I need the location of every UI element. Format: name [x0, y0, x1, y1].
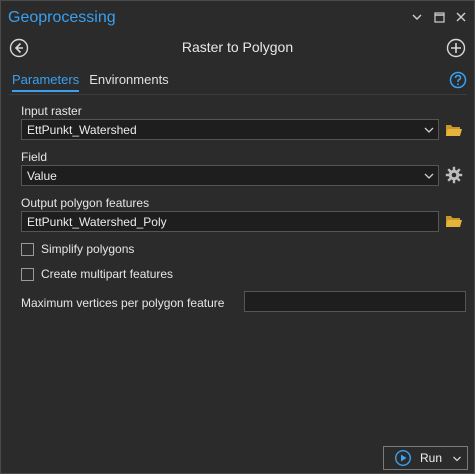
- chevron-down-icon[interactable]: [423, 170, 435, 182]
- geoprocessing-pane: Geoprocessing Raster to Polygon Paramete…: [0, 0, 475, 474]
- folder-icon[interactable]: [445, 122, 463, 138]
- chevron-down-icon[interactable]: [452, 453, 462, 463]
- add-icon[interactable]: [446, 38, 466, 58]
- run-label: Run: [420, 451, 443, 465]
- run-play-icon: [394, 449, 412, 467]
- simplify-polygons-checkbox[interactable]: [21, 242, 34, 256]
- folder-icon[interactable]: [445, 213, 463, 229]
- tab-parameters[interactable]: Parameters: [12, 72, 80, 92]
- field-select[interactable]: Value: [21, 165, 439, 186]
- tool-header: Raster to Polygon: [1, 34, 474, 62]
- output-label: Output polygon features: [21, 196, 150, 210]
- multipart-checkbox[interactable]: [21, 267, 34, 281]
- multipart-label: Create multipart features: [41, 267, 174, 281]
- multipart-row[interactable]: Create multipart features: [21, 267, 173, 281]
- title-bar: Geoprocessing: [1, 1, 474, 34]
- input-raster-value: EttPunkt_Watershed: [27, 123, 137, 137]
- run-button[interactable]: Run: [383, 446, 468, 470]
- field-value: Value: [27, 169, 57, 183]
- chevron-down-icon[interactable]: [410, 10, 424, 24]
- max-vertices-input[interactable]: [244, 291, 466, 312]
- input-raster-label: Input raster: [21, 104, 82, 118]
- help-icon[interactable]: [449, 71, 467, 89]
- restore-window-icon[interactable]: [432, 10, 446, 24]
- pane-title: Geoprocessing: [8, 9, 116, 26]
- chevron-down-icon[interactable]: [423, 124, 435, 136]
- output-field[interactable]: EttPunkt_Watershed_Poly: [21, 211, 439, 232]
- tab-separator: [9, 94, 467, 95]
- output-value: EttPunkt_Watershed_Poly: [27, 215, 167, 229]
- simplify-polygons-label: Simplify polygons: [41, 242, 135, 256]
- tab-strip: Parameters Environments: [12, 72, 169, 92]
- window-controls: [410, 10, 468, 24]
- tool-title: Raster to Polygon: [181, 39, 294, 55]
- input-raster-select[interactable]: EttPunkt_Watershed: [21, 119, 439, 140]
- close-icon[interactable]: [454, 10, 468, 24]
- max-vertices-label: Maximum vertices per polygon feature: [21, 296, 225, 310]
- gear-icon[interactable]: [445, 166, 463, 184]
- field-label: Field: [21, 150, 48, 164]
- tab-environments[interactable]: Environments: [89, 72, 168, 92]
- simplify-polygons-row[interactable]: Simplify polygons: [21, 242, 134, 256]
